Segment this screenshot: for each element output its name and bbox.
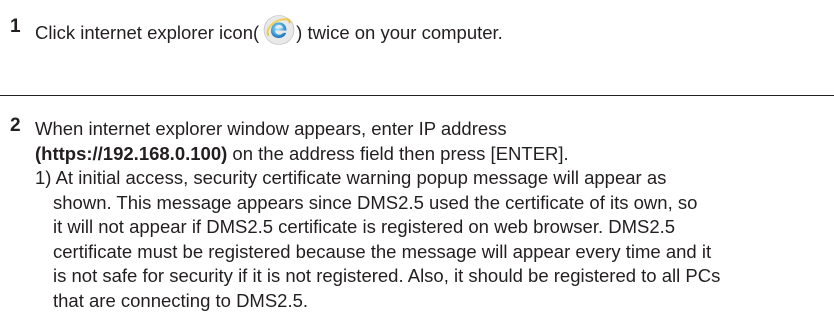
step-2-line-2: (https://192.168.0.100) on the address f…	[35, 142, 825, 167]
sub-item-line: it will not appear if DMS2.5 certificate…	[35, 215, 825, 240]
sub-item-line: certificate must be registered because t…	[35, 240, 825, 265]
section-divider	[0, 95, 834, 96]
sub-item-line: shown. This message appears since DMS2.5…	[35, 191, 825, 216]
step-2-instruction: When internet explorer window appears, e…	[35, 117, 825, 313]
internet-explorer-icon	[263, 14, 295, 46]
step-1-number: 1	[10, 16, 21, 38]
sub-item-line: 1) At initial access, security certifica…	[35, 166, 825, 191]
ip-address: (https://192.168.0.100)	[35, 143, 227, 164]
step-1-text-before: Click internet explorer icon(	[35, 22, 259, 44]
sub-item-line: that are connecting to DMS2.5.	[35, 289, 825, 313]
step-2-line-1: When internet explorer window appears, e…	[35, 117, 825, 142]
step-2-sub-item-1: 1) At initial access, security certifica…	[35, 166, 825, 313]
step-1-text-after: ) twice on your computer.	[296, 22, 503, 44]
sub-item-line: is not safe for security if it is not re…	[35, 264, 825, 289]
step-1-instruction: Click internet explorer icon( ) twice on…	[35, 20, 503, 46]
step-2-line-2-rest: on the address field then press [ENTER].	[227, 143, 568, 164]
step-2-number: 2	[10, 115, 21, 137]
